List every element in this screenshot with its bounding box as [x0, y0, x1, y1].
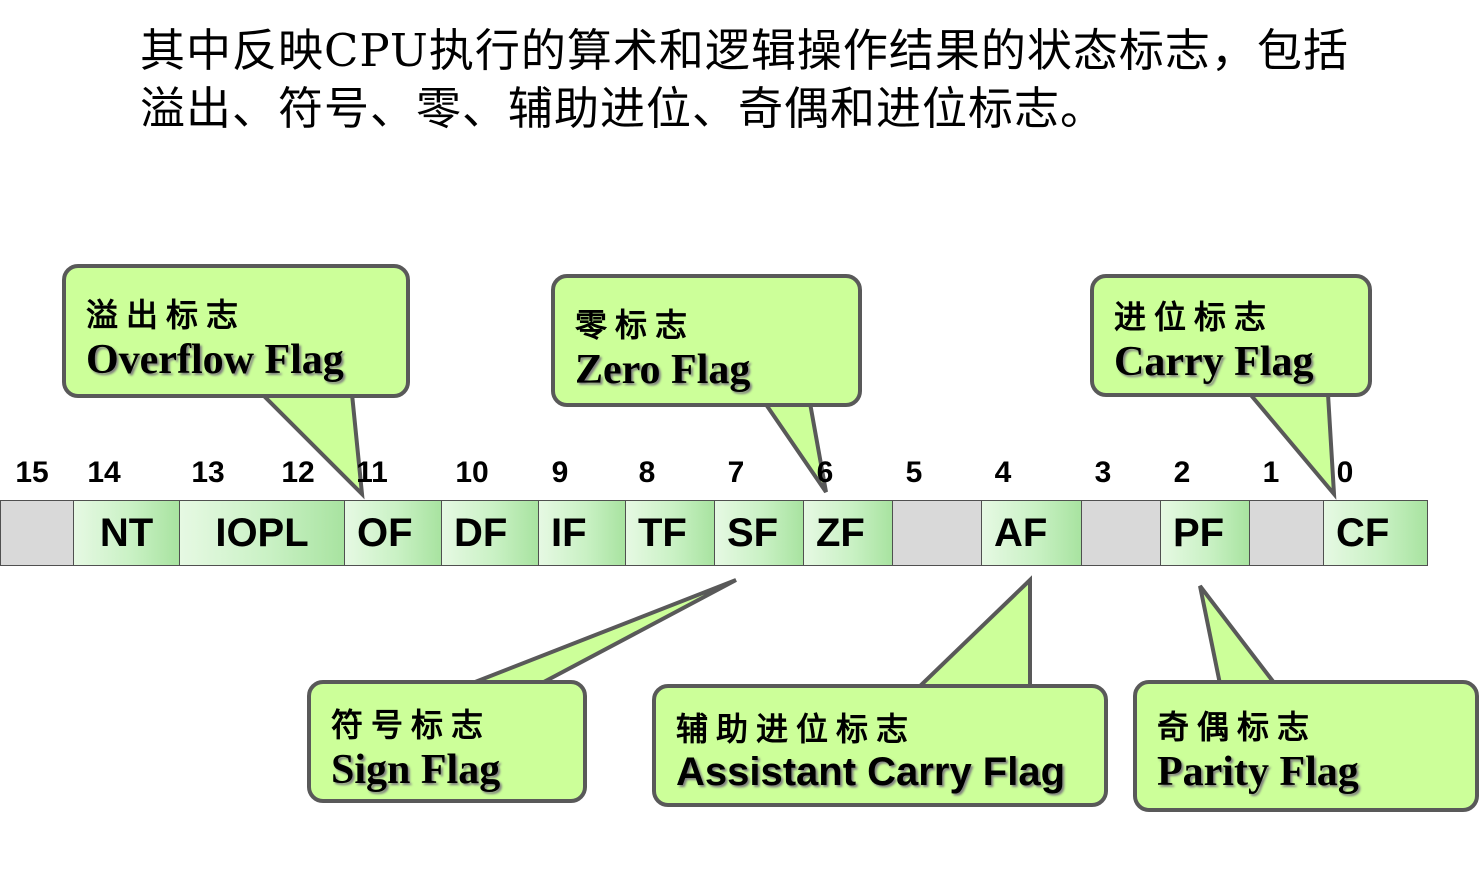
bit-number-15: 15: [15, 456, 49, 489]
register-cell-reserved-5: [892, 500, 982, 566]
register-cell-nt: NT: [73, 500, 180, 566]
bit-number-3: 3: [1094, 456, 1112, 489]
callout-carry-flag: 进位标志 Carry Flag: [1090, 274, 1372, 397]
callout-overflow-cn: 溢出标志: [86, 296, 247, 334]
bit-number-9: 9: [551, 456, 569, 489]
register-cell-zf: ZF: [803, 500, 893, 566]
parity-pointer: [1198, 584, 1280, 686]
callout-zero-flag: 零标志 Zero Flag: [551, 274, 862, 407]
register-cell-reserved-3: [1081, 500, 1161, 566]
callout-carry-en: Carry Flag: [1114, 339, 1314, 385]
callout-zero-cn: 零标志: [575, 306, 696, 344]
callout-assistant-carry-en: Assistant Carry Flag: [676, 750, 1066, 794]
register-cell-df: DF: [441, 500, 539, 566]
bit-number-11: 11: [356, 456, 388, 489]
bit-number-8: 8: [638, 456, 656, 489]
sign-pointer: [469, 578, 737, 686]
register-cell-pf: PF: [1160, 500, 1250, 566]
callout-assistant-carry-cn: 辅助进位标志: [676, 710, 917, 748]
register-cell-cf: CF: [1323, 500, 1428, 566]
callout-overflow-flag: 溢出标志 Overflow Flag: [62, 264, 410, 398]
bit-number-12: 12: [281, 456, 315, 489]
flags-register: NT IOPL OF DF IF TF SF ZF AF PF CF: [0, 500, 1428, 568]
register-cell-if: IF: [538, 500, 626, 566]
bit-number-2: 2: [1173, 456, 1191, 489]
bit-number-4: 4: [994, 456, 1012, 489]
register-cell-reserved-15: [0, 500, 74, 566]
bit-number-7: 7: [727, 456, 745, 489]
callout-parity-flag: 奇偶标志 Parity Flag: [1133, 680, 1479, 812]
callout-sign-flag: 符号标志 Sign Flag: [307, 680, 587, 803]
register-cell-tf: TF: [625, 500, 715, 566]
register-cell-iopl: IOPL: [179, 500, 345, 566]
bit-number-10: 10: [455, 456, 489, 489]
bit-number-13: 13: [191, 456, 225, 489]
callout-carry-cn: 进位标志: [1114, 298, 1275, 336]
bit-number-0: 0: [1336, 456, 1354, 489]
callout-overflow-en: Overflow Flag: [86, 337, 344, 383]
callout-parity-en: Parity Flag: [1157, 749, 1359, 795]
callout-zero-en: Zero Flag: [575, 347, 751, 393]
bit-number-1: 1: [1262, 456, 1280, 489]
bit-number-6: 6: [816, 456, 834, 489]
assistant-carry-pointer: [913, 575, 1032, 690]
bit-number-5: 5: [905, 456, 923, 489]
register-cell-sf: SF: [714, 500, 804, 566]
bit-number-14: 14: [87, 456, 121, 489]
callout-sign-en: Sign Flag: [331, 747, 501, 793]
callout-assistant-carry-flag: 辅助进位标志 Assistant Carry Flag: [652, 684, 1108, 807]
callout-parity-cn: 奇偶标志: [1157, 708, 1318, 746]
register-cell-of: OF: [344, 500, 442, 566]
callout-sign-cn: 符号标志: [331, 706, 492, 744]
register-cell-af: AF: [981, 500, 1082, 566]
register-cell-reserved-1: [1249, 500, 1324, 566]
